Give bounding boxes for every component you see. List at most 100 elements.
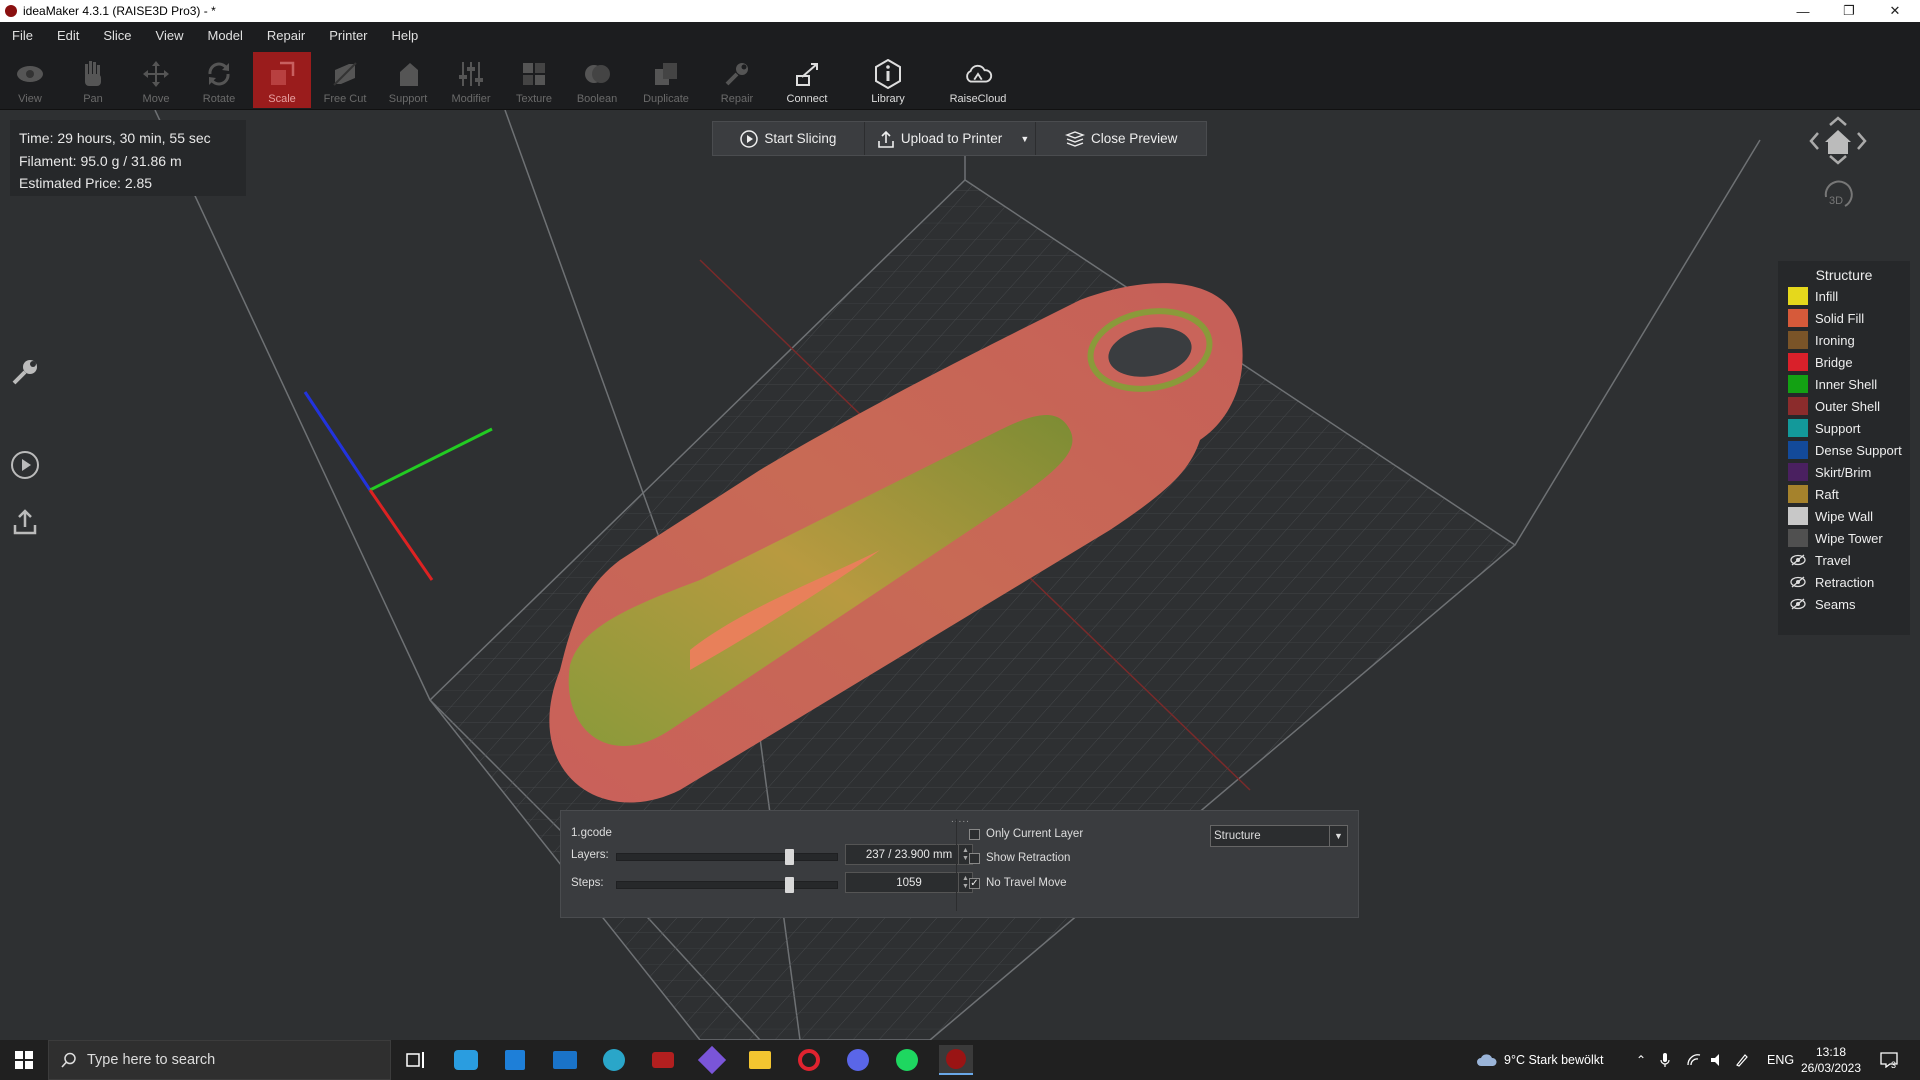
raisecloud-button[interactable]: RaiseCloud (948, 52, 1008, 108)
mail-app-icon[interactable] (548, 1045, 582, 1075)
free-cut-tool-button[interactable]: Free Cut (316, 52, 374, 108)
menu-edit[interactable]: Edit (45, 28, 91, 43)
layers-slider[interactable] (616, 849, 838, 865)
boolean-tool-button[interactable]: Boolean (568, 52, 626, 108)
menu-help[interactable]: Help (380, 28, 431, 43)
show-retraction-checkbox[interactable]: Show Retraction (969, 852, 1070, 864)
opera-browser-icon[interactable] (792, 1045, 826, 1075)
steps-slider[interactable] (616, 877, 838, 893)
color-swatch[interactable] (1788, 353, 1808, 371)
color-swatch[interactable] (1788, 397, 1808, 415)
connect-button[interactable]: Connect (778, 52, 836, 108)
minimize-icon[interactable]: — (1780, 0, 1826, 22)
legend-item[interactable]: Seams (1778, 593, 1910, 615)
windows-start-icon[interactable] (7, 1045, 41, 1075)
color-swatch[interactable] (1788, 419, 1808, 437)
eye-hidden-icon[interactable] (1788, 551, 1808, 569)
color-swatch[interactable] (1788, 485, 1808, 503)
legend-item[interactable]: Solid Fill (1778, 307, 1910, 329)
repair-tool-button[interactable]: Repair (708, 52, 766, 108)
color-swatch[interactable] (1788, 441, 1808, 459)
export-upload-icon[interactable] (8, 505, 42, 539)
volume-icon[interactable] (1710, 1040, 1726, 1080)
tray-chevron-up-icon[interactable]: ⌃ (1636, 1040, 1646, 1080)
texture-tool-button[interactable]: Texture (505, 52, 563, 108)
taskbar-search-input[interactable]: Type here to search (48, 1040, 391, 1080)
structure-view-select[interactable]: Structure ▼ (1210, 825, 1348, 847)
onedrive-app-icon[interactable] (449, 1045, 483, 1075)
steps-spinbox[interactable]: 1059 ▲ ▼ (845, 872, 973, 893)
eye-hidden-icon[interactable] (1788, 595, 1808, 613)
menu-file[interactable]: File (0, 28, 45, 43)
clock[interactable]: 13:18 26/03/2023 (1800, 1040, 1862, 1080)
spotify-app-icon[interactable] (890, 1045, 924, 1075)
discord-app-icon[interactable] (841, 1045, 875, 1075)
notification-icon[interactable]: 3 (1880, 1040, 1898, 1080)
only-current-layer-checkbox[interactable]: Only Current Layer (969, 828, 1083, 840)
checkbox-box[interactable]: ✓ (969, 877, 980, 889)
color-swatch[interactable] (1788, 375, 1808, 393)
task-view-icon[interactable] (399, 1045, 433, 1075)
scale-tool-button[interactable]: Scale (253, 52, 311, 108)
color-swatch[interactable] (1788, 507, 1808, 525)
legend-item[interactable]: Travel (1778, 549, 1910, 571)
play-preview-icon[interactable] (8, 448, 42, 482)
color-swatch[interactable] (1788, 287, 1808, 305)
menu-printer[interactable]: Printer (317, 28, 379, 43)
video-editor-icon[interactable] (695, 1045, 729, 1075)
color-swatch[interactable] (1788, 309, 1808, 327)
ideamaker-app-icon[interactable] (939, 1045, 973, 1075)
legend-item[interactable]: Inner Shell (1778, 373, 1910, 395)
support-tool-button[interactable]: Support (379, 52, 437, 108)
game-app-icon[interactable] (646, 1045, 680, 1075)
library-button[interactable]: Library (859, 52, 917, 108)
start-slicing-button[interactable]: Start Slicing (713, 122, 865, 155)
restore-icon[interactable]: ❐ (1826, 0, 1872, 22)
legend-item[interactable]: Infill (1778, 285, 1910, 307)
legend-item[interactable]: Ironing (1778, 329, 1910, 351)
legend-item[interactable]: Bridge (1778, 351, 1910, 373)
network-icon[interactable] (1686, 1040, 1702, 1080)
legend-item[interactable]: Outer Shell (1778, 395, 1910, 417)
menu-model[interactable]: Model (196, 28, 255, 43)
store-app-icon[interactable] (498, 1045, 532, 1075)
legend-item[interactable]: Wipe Tower (1778, 527, 1910, 549)
view-tool-button[interactable]: View (1, 52, 59, 108)
file-explorer-icon[interactable] (743, 1045, 777, 1075)
menu-view[interactable]: View (144, 28, 196, 43)
legend-item[interactable]: Support (1778, 417, 1910, 439)
checkbox-box[interactable] (969, 852, 980, 864)
duplicate-tool-button[interactable]: Duplicate (637, 52, 695, 108)
rotate-tool-button[interactable]: Rotate (190, 52, 248, 108)
color-swatch[interactable] (1788, 331, 1808, 349)
color-swatch[interactable] (1788, 463, 1808, 481)
layers-spinbox[interactable]: 237 / 23.900 mm ▲ ▼ (845, 844, 973, 865)
upload-to-printer-button[interactable]: Upload to Printer (865, 122, 1015, 155)
language-indicator[interactable]: ENG (1767, 1040, 1794, 1080)
pan-tool-button[interactable]: Pan (64, 52, 122, 108)
wrench-settings-icon[interactable] (8, 355, 42, 389)
edge-browser-icon[interactable] (597, 1045, 631, 1075)
legend-item[interactable]: Wipe Wall (1778, 505, 1910, 527)
menu-slice[interactable]: Slice (91, 28, 143, 43)
close-preview-button[interactable]: Close Preview (1036, 122, 1206, 155)
no-travel-move-checkbox[interactable]: ✓ No Travel Move (969, 877, 1067, 889)
legend-item[interactable]: Raft (1778, 483, 1910, 505)
legend-item[interactable]: Dense Support (1778, 439, 1910, 461)
eye-hidden-icon[interactable] (1788, 573, 1808, 591)
legend-item[interactable]: Retraction (1778, 571, 1910, 593)
close-icon[interactable]: ✕ (1872, 0, 1918, 22)
checkbox-box[interactable] (969, 828, 980, 840)
menu-repair[interactable]: Repair (255, 28, 317, 43)
microphone-icon[interactable] (1660, 1040, 1670, 1080)
steps-slider-thumb[interactable] (785, 877, 794, 893)
pen-icon[interactable] (1735, 1040, 1749, 1080)
color-swatch[interactable] (1788, 529, 1808, 547)
weather-widget[interactable]: 9°C Stark bewölkt (1476, 1040, 1603, 1080)
legend-item[interactable]: Skirt/Brim (1778, 461, 1910, 483)
modifier-tool-button[interactable]: Modifier (442, 52, 500, 108)
upload-dropdown-button[interactable]: ▼ (1014, 122, 1037, 155)
layers-slider-thumb[interactable] (785, 849, 794, 865)
move-tool-button[interactable]: Move (127, 52, 185, 108)
panel-drag-handle[interactable]: ..... (951, 814, 970, 825)
